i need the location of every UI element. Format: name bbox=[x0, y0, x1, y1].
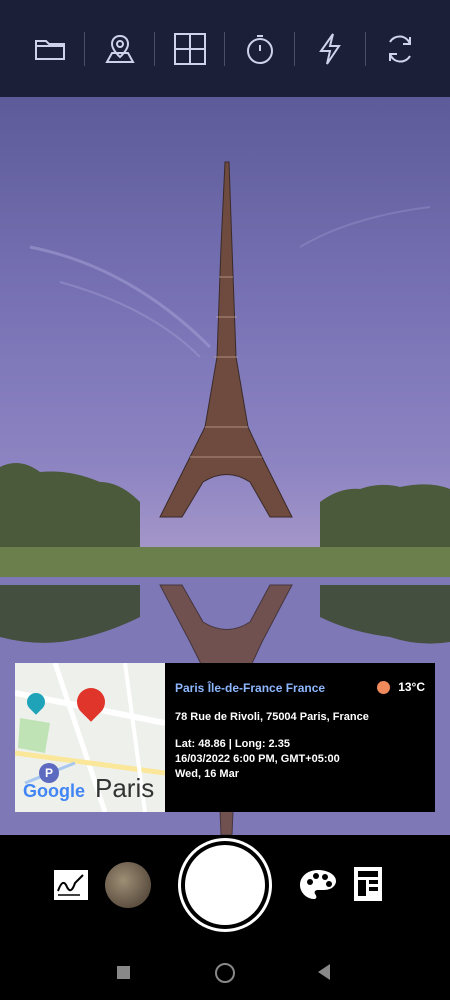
recents-icon[interactable] bbox=[117, 966, 130, 979]
map-city-label: Paris bbox=[95, 773, 155, 803]
datetime: 16/03/2022 6:00 PM, GMT+05:00 bbox=[175, 753, 340, 765]
coordinates: Lat: 48.86 | Long: 2.35 bbox=[175, 738, 290, 750]
flash-icon[interactable] bbox=[309, 28, 351, 70]
map-pin-icon[interactable] bbox=[99, 28, 141, 70]
temperature-value: 13°C bbox=[398, 680, 425, 694]
folder-icon[interactable] bbox=[29, 28, 71, 70]
template-icon[interactable] bbox=[353, 866, 383, 902]
address: 78 Rue de Rivoli, 75004 Paris, France bbox=[175, 711, 369, 723]
location-info: Paris Île-de-France France 13°C 78 Rue d… bbox=[165, 663, 435, 812]
top-toolbar bbox=[0, 0, 450, 97]
palette-icon[interactable] bbox=[298, 868, 338, 902]
location-stamp-card[interactable]: P Google Paris Paris Île-de-France Franc… bbox=[15, 663, 435, 812]
switch-camera-icon[interactable] bbox=[379, 28, 421, 70]
grid-icon[interactable] bbox=[169, 28, 211, 70]
temperature: 13°C bbox=[377, 680, 425, 694]
metadata: Lat: 48.86 | Long: 2.35 16/03/2022 6:00 … bbox=[175, 737, 425, 782]
signature-icon[interactable] bbox=[53, 869, 89, 901]
gallery-thumbnail[interactable] bbox=[105, 862, 151, 908]
mini-map[interactable]: P Google Paris bbox=[15, 663, 165, 812]
map-brand: Google bbox=[23, 781, 85, 801]
home-icon[interactable] bbox=[215, 963, 235, 983]
parking-icon: P bbox=[39, 763, 59, 783]
back-icon[interactable] bbox=[318, 964, 330, 980]
shutter-button[interactable] bbox=[185, 845, 265, 925]
timer-icon[interactable] bbox=[239, 28, 281, 70]
weather-dot-icon bbox=[377, 680, 391, 694]
day: Wed, 16 Mar bbox=[175, 768, 239, 780]
